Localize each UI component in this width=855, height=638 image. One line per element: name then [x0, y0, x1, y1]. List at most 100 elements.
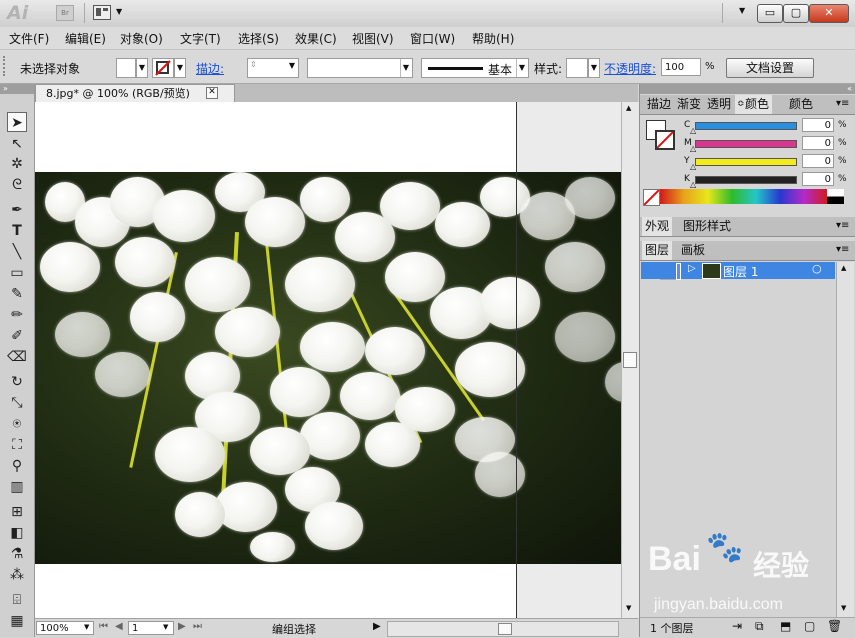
- layer-name[interactable]: 图层 1: [723, 263, 758, 280]
- collapse-icon[interactable]: «: [640, 84, 855, 94]
- expand-arrow-icon[interactable]: ▷: [688, 263, 696, 274]
- scroll-up-icon[interactable]: ▲: [626, 104, 631, 112]
- document-setup-button[interactable]: 文档设置: [726, 58, 814, 78]
- locate-object-icon[interactable]: ⇥: [732, 619, 742, 633]
- rectangle-tool-icon[interactable]: ▭: [7, 263, 27, 283]
- clipping-mask-icon[interactable]: ⧉: [755, 619, 764, 634]
- panel-menu-icon[interactable]: ▾≡: [836, 98, 849, 109]
- style-dropdown-icon[interactable]: ▼: [588, 58, 600, 78]
- stroke-dropdown-icon[interactable]: ▼: [174, 58, 186, 78]
- pen-tool-icon[interactable]: ✒: [7, 200, 27, 220]
- blob-brush-tool-icon[interactable]: ✐: [7, 326, 27, 346]
- tab-stroke[interactable]: 描边: [644, 95, 674, 114]
- menu-effect[interactable]: 效果(C): [295, 30, 337, 47]
- last-artboard-icon[interactable]: ⏭: [193, 621, 202, 632]
- color-spectrum[interactable]: [660, 189, 828, 204]
- variable-width-dropdown[interactable]: ▼: [307, 58, 413, 78]
- prev-artboard-icon[interactable]: ◀: [115, 621, 123, 632]
- slider-k[interactable]: [695, 176, 797, 184]
- slider-y[interactable]: [695, 158, 797, 166]
- slider-handle-icon[interactable]: △: [690, 144, 696, 153]
- shape-builder-tool-icon[interactable]: ⚲: [7, 456, 27, 476]
- slider-handle-icon[interactable]: △: [690, 162, 696, 171]
- layers-scrollbar[interactable]: ▲ ▼: [836, 262, 854, 617]
- menu-type[interactable]: 文字(T): [180, 30, 221, 47]
- stroke-weight-field[interactable]: ⇕ ▼: [247, 58, 299, 78]
- value-c[interactable]: 0: [802, 118, 834, 132]
- brush-profile-dropdown[interactable]: 基本 ▼: [421, 58, 529, 78]
- horizontal-scrollbar[interactable]: [387, 621, 619, 637]
- fill-swatch[interactable]: [116, 58, 136, 78]
- panel-menu-icon[interactable]: ▾≡: [836, 220, 849, 231]
- stepper-icon[interactable]: ⇕: [250, 60, 257, 69]
- arrange-dropdown-icon[interactable]: ▼: [116, 7, 122, 16]
- column-graph-tool-icon[interactable]: ▦: [7, 611, 27, 631]
- bridge-button[interactable]: Br: [56, 5, 74, 21]
- opacity-label[interactable]: 不透明度:: [604, 60, 656, 77]
- direct-selection-tool-icon[interactable]: ↖: [7, 134, 27, 154]
- menu-file[interactable]: 文件(F): [9, 30, 49, 47]
- mesh-tool-icon[interactable]: ⊞: [7, 502, 27, 522]
- chevron-down-icon[interactable]: ▼: [163, 623, 168, 631]
- line-tool-icon[interactable]: ╲: [7, 242, 27, 262]
- chevron-down-icon[interactable]: ▼: [84, 623, 89, 631]
- status-menu-icon[interactable]: ▶: [373, 621, 381, 632]
- scroll-thumb[interactable]: [623, 352, 637, 368]
- menu-select[interactable]: 选择(S): [238, 30, 279, 47]
- eraser-tool-icon[interactable]: ⌫: [7, 347, 27, 367]
- target-circle-icon[interactable]: ○: [812, 262, 822, 275]
- chevron-down-icon[interactable]: ▼: [289, 61, 295, 70]
- document-canvas[interactable]: [35, 102, 621, 618]
- scroll-up-icon[interactable]: ▲: [841, 264, 846, 272]
- menu-window[interactable]: 窗口(W): [410, 30, 455, 47]
- gradient-tool-icon[interactable]: ◧: [7, 523, 27, 543]
- delete-layer-icon[interactable]: 🗑: [827, 619, 842, 633]
- scroll-down-icon[interactable]: ▼: [841, 604, 846, 612]
- workspace-dropdown-icon[interactable]: ▼: [739, 6, 745, 15]
- tab-transparency[interactable]: 透明: [704, 95, 734, 114]
- stroke-label[interactable]: 描边:: [196, 60, 224, 77]
- value-k[interactable]: 0: [802, 172, 834, 186]
- next-artboard-icon[interactable]: ▶: [178, 621, 186, 632]
- layer-row[interactable]: ▷ 图层 1 ○: [641, 262, 835, 280]
- menu-view[interactable]: 视图(V): [352, 30, 394, 47]
- panel-menu-icon[interactable]: ▾≡: [836, 244, 849, 255]
- graph-tool-icon[interactable]: ▥: [7, 477, 27, 497]
- tab-appearance[interactable]: 外观: [642, 217, 673, 236]
- paintbrush-tool-icon[interactable]: ✎: [7, 284, 27, 304]
- placed-image[interactable]: [35, 172, 621, 564]
- value-m[interactable]: 0: [802, 136, 834, 150]
- scroll-down-icon[interactable]: ▼: [626, 604, 631, 612]
- scroll-thumb[interactable]: [498, 623, 512, 635]
- minimize-button[interactable]: ▭: [757, 4, 783, 23]
- stroke-swatch[interactable]: [152, 58, 174, 78]
- slider-c[interactable]: [695, 122, 797, 130]
- selection-tool-icon[interactable]: ➤: [7, 112, 27, 132]
- tab-graphic-styles[interactable]: 图形样式: [680, 217, 734, 236]
- menu-edit[interactable]: 编辑(E): [65, 30, 106, 47]
- maximize-button[interactable]: ▢: [783, 4, 809, 23]
- document-tab[interactable]: 8.jpg* @ 100% (RGB/预览): [35, 84, 235, 102]
- menu-help[interactable]: 帮助(H): [472, 30, 514, 47]
- collapse-icon[interactable]: »: [0, 84, 34, 94]
- style-swatch[interactable]: [566, 58, 588, 78]
- tab-artboards[interactable]: 画板: [678, 241, 708, 260]
- free-transform-tool-icon[interactable]: ⛶: [7, 435, 27, 455]
- first-artboard-icon[interactable]: ⏮: [99, 621, 108, 632]
- value-y[interactable]: 0: [802, 154, 834, 168]
- black-white-swatch[interactable]: [827, 189, 844, 204]
- warp-tool-icon[interactable]: ⍟: [7, 414, 27, 434]
- type-tool-icon[interactable]: T: [7, 221, 27, 241]
- slider-handle-icon[interactable]: △: [690, 126, 696, 135]
- symbol-sprayer-tool-icon[interactable]: ⌹: [7, 590, 27, 610]
- arrange-documents-icon[interactable]: [93, 5, 111, 20]
- eyedropper-tool-icon[interactable]: ⚗: [7, 544, 27, 564]
- tab-gradient[interactable]: 渐变: [674, 95, 704, 114]
- pencil-tool-icon[interactable]: ✏: [7, 305, 27, 325]
- tab-layers[interactable]: 图层: [642, 241, 673, 260]
- new-sublayer-icon[interactable]: ⬒: [780, 619, 791, 633]
- tab-close-icon[interactable]: ✕: [206, 87, 218, 99]
- magic-wand-tool-icon[interactable]: ✲: [7, 154, 27, 174]
- none-swatch[interactable]: [643, 189, 660, 206]
- slider-m[interactable]: [695, 140, 797, 148]
